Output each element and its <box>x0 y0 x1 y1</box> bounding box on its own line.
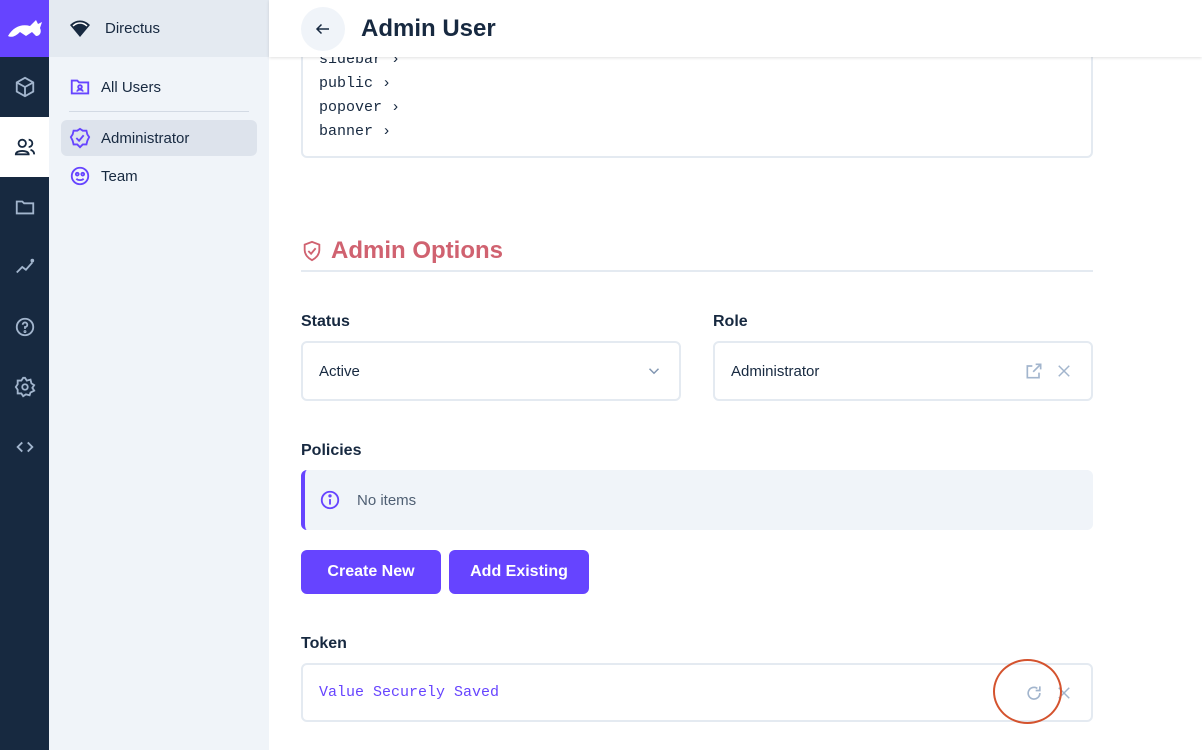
json-lines: sidebar › public › popover › banner › <box>319 48 1075 144</box>
json-line[interactable]: popover › <box>319 96 1075 120</box>
json-line[interactable]: public › <box>319 72 1075 96</box>
close-icon[interactable] <box>1053 360 1075 382</box>
nav-item-administrator[interactable]: Administrator <box>61 120 257 156</box>
module-help-icon[interactable] <box>0 297 49 357</box>
gear-icon <box>14 376 36 398</box>
chevron-right-icon: › <box>373 123 392 140</box>
json-line[interactable]: banner › <box>319 120 1075 144</box>
help-icon <box>15 317 34 337</box>
create-new-button[interactable]: Create New <box>301 550 441 594</box>
box-icon <box>15 76 34 98</box>
module-content-icon[interactable] <box>0 57 49 117</box>
page-title: Admin User <box>361 14 496 42</box>
module-settings-icon[interactable] <box>0 357 49 417</box>
role-value: Administrator <box>731 362 820 380</box>
policies-label: Policies <box>301 442 362 459</box>
status-select[interactable]: Active <box>301 341 681 401</box>
rabbit-logo-icon <box>7 19 42 37</box>
chevron-down-icon <box>648 368 660 375</box>
insights-icon <box>15 258 34 274</box>
project-name: Directus <box>105 20 161 37</box>
nav-item-label: Administrator <box>101 129 190 147</box>
wifi-icon <box>69 20 91 38</box>
role-label: Role <box>713 313 748 330</box>
token-label: Token <box>301 635 347 652</box>
directus-logo[interactable] <box>0 0 49 57</box>
arrow-left-icon <box>315 23 329 34</box>
policies-notice: No items <box>301 470 1093 530</box>
chevron-right-icon: › <box>373 75 392 92</box>
users-icon <box>14 138 35 156</box>
nav-item-label: All Users <box>101 78 162 96</box>
module-files-icon[interactable] <box>0 177 49 237</box>
module-users-icon[interactable] <box>0 117 49 177</box>
main-content: sidebar › public › popover › banner › Admin… <box>301 0 1093 750</box>
status-label: Status <box>301 313 350 330</box>
project-header[interactable]: Directus <box>49 0 269 57</box>
navigation-sidebar: Directus All Users Administrator Team <box>49 0 269 750</box>
module-bar <box>0 0 49 750</box>
status-value: Active <box>319 362 360 380</box>
module-code-icon[interactable] <box>0 417 49 477</box>
add-existing-button[interactable]: Add Existing <box>449 550 589 594</box>
code-icon <box>15 441 34 453</box>
section-title: Admin Options <box>331 237 503 264</box>
nav-item-all-users[interactable]: All Users <box>61 69 257 105</box>
chevron-right-icon: › <box>382 99 401 116</box>
folder-icon <box>15 200 34 215</box>
module-insights-icon[interactable] <box>0 237 49 297</box>
back-button[interactable] <box>301 6 345 51</box>
section-divider: Admin Options <box>301 232 1093 272</box>
token-value: Value Securely Saved <box>319 684 500 701</box>
folder-user-icon <box>70 79 90 95</box>
nav-item-team[interactable]: Team <box>61 158 257 194</box>
notice-text: No items <box>357 491 417 509</box>
highlight-circle <box>993 659 1062 724</box>
token-field[interactable]: Value Securely Saved <box>301 663 1093 722</box>
verified-icon <box>69 127 91 149</box>
nav-divider <box>69 111 249 112</box>
face-icon <box>70 166 90 186</box>
info-icon <box>320 490 340 510</box>
role-field[interactable]: Administrator <box>713 341 1093 401</box>
page-header: Admin User <box>269 0 1202 57</box>
nav-item-label: Team <box>101 167 138 185</box>
shield-icon <box>303 240 321 262</box>
open-in-new-icon[interactable] <box>1023 360 1045 382</box>
